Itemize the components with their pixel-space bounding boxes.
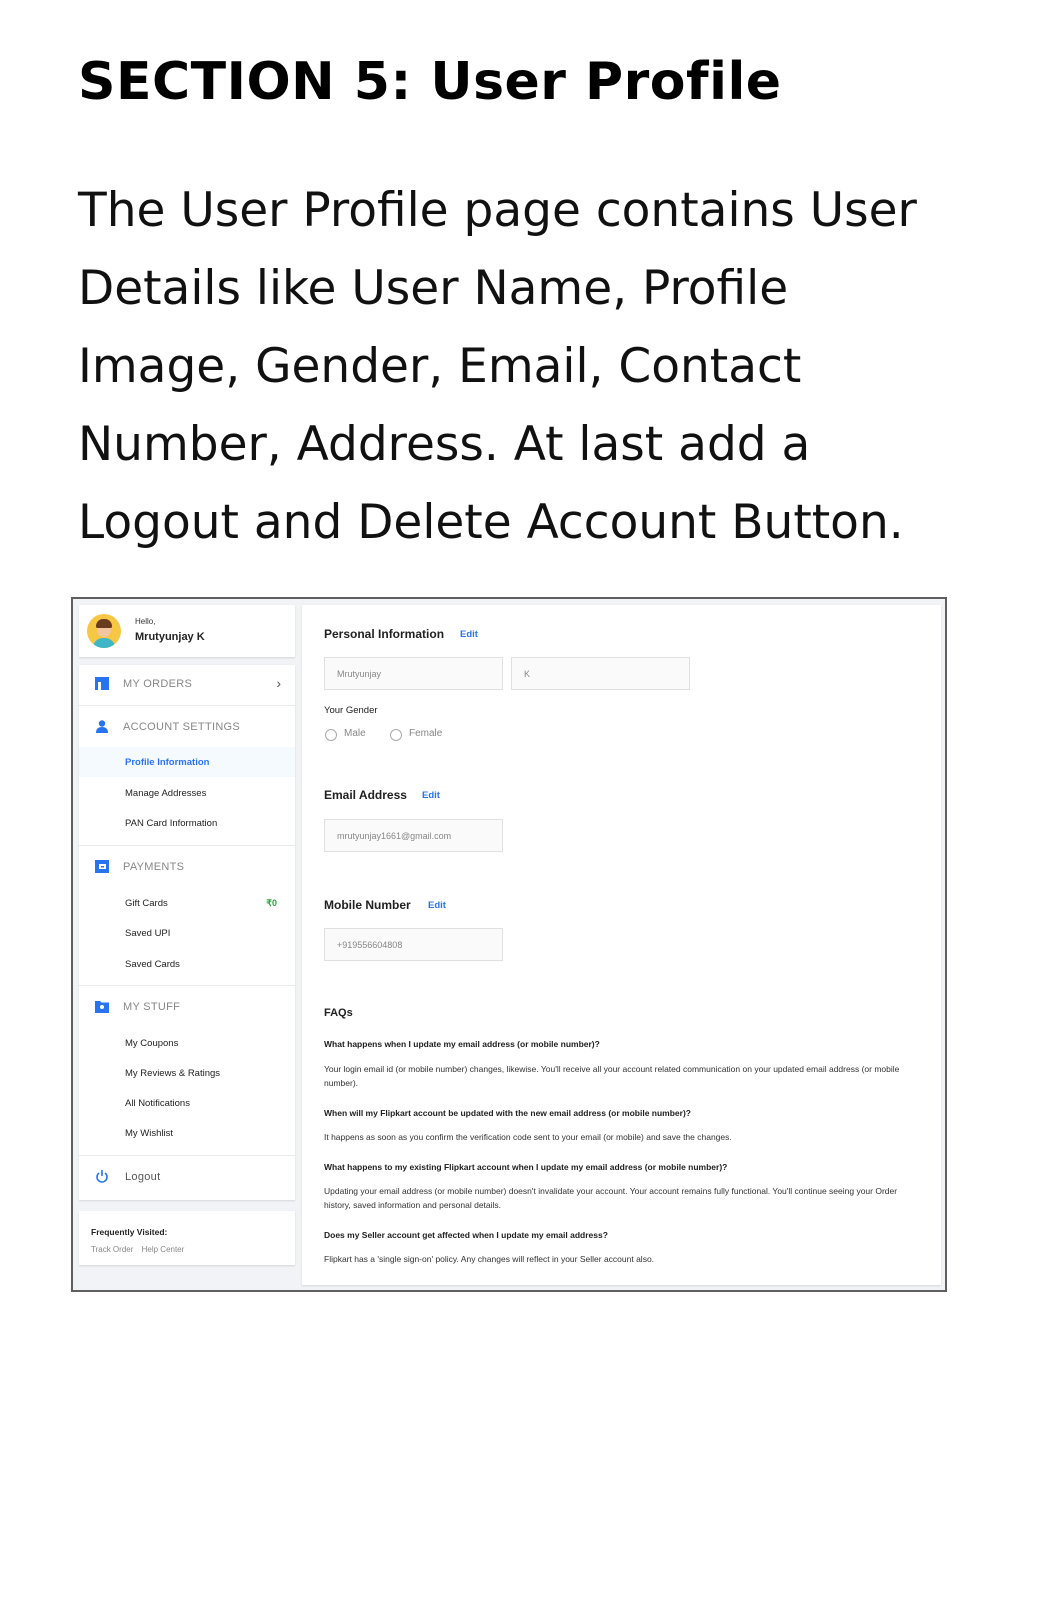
mobile-number-heading: Mobile Number: [324, 898, 411, 912]
faq-answer: Updating your email address (or mobile n…: [324, 1186, 898, 1210]
menu-payments: PAYMENTS: [79, 850, 295, 884]
avatar: [87, 614, 121, 648]
last-name-field[interactable]: K: [511, 657, 690, 690]
mobile-field[interactable]: +919556604808: [324, 928, 503, 961]
faq-question: What happens to my existing Flipkart acc…: [324, 1162, 728, 1172]
edit-personal-info-button[interactable]: Edit: [460, 629, 478, 640]
edit-mobile-button[interactable]: Edit: [428, 900, 446, 911]
gender-female-label: Female: [409, 728, 443, 739]
link-help-center[interactable]: Help Center: [142, 1245, 185, 1254]
faq-question: What happens when I update my email addr…: [324, 1039, 600, 1049]
sidebar-item-manage-addresses[interactable]: Manage Addresses: [125, 788, 206, 799]
email-field[interactable]: mrutyunjay1661@gmail.com: [324, 819, 503, 852]
sidebar-item-my-coupons[interactable]: My Coupons: [125, 1038, 178, 1049]
first-name-field[interactable]: Mrutyunjay: [324, 657, 503, 690]
person-icon: [96, 720, 108, 733]
power-icon: [96, 1170, 108, 1183]
section-description: The User Profile page contains User Deta…: [78, 183, 917, 550]
faq-answer: It happens as soon as you confirm the ve…: [324, 1132, 732, 1142]
gender-label: Your Gender: [324, 705, 378, 716]
logout-label: Logout: [125, 1171, 161, 1183]
faqs-heading: FAQs: [324, 1007, 353, 1019]
account-menu: MY ORDERS › ACCOUNT SETTINGS Profile Inf…: [79, 665, 295, 1200]
sidebar-item-gift-cards[interactable]: Gift Cards: [125, 898, 168, 909]
user-greeting-card: Hello, Mrutyunjay K: [79, 605, 295, 657]
sidebar-item-saved-cards[interactable]: Saved Cards: [125, 959, 180, 970]
folder-icon: [95, 1001, 109, 1013]
frequently-visited-title: Frequently Visited:: [91, 1227, 168, 1237]
menu-my-stuff-label: MY STUFF: [123, 1001, 181, 1013]
sidebar-item-saved-upi[interactable]: Saved UPI: [125, 928, 170, 939]
email-address-heading: Email Address: [324, 788, 407, 802]
faq-question: When will my Flipkart account be updated…: [324, 1108, 691, 1118]
chevron-right-icon: ›: [276, 675, 281, 691]
sidebar-item-profile-information[interactable]: Profile Information: [125, 757, 209, 768]
menu-account-settings[interactable]: ACCOUNT SETTINGS: [79, 710, 295, 744]
personal-information-heading: Personal Information: [324, 627, 445, 641]
sidebar-item-my-wishlist[interactable]: My Wishlist: [125, 1128, 173, 1139]
wallet-icon: [95, 860, 109, 873]
gift-card-balance: ₹0: [266, 898, 277, 908]
sidebar-item-all-notifications[interactable]: All Notifications: [125, 1098, 190, 1109]
menu-my-stuff: MY STUFF: [79, 990, 295, 1024]
edit-email-button[interactable]: Edit: [422, 790, 440, 801]
profile-screenshot: Hello, Mrutyunjay K MY ORDERS › ACCOUNT …: [71, 597, 947, 1292]
sidebar-item-pan-card[interactable]: PAN Card Information: [125, 818, 217, 829]
faq-answer: Flipkart has a 'single sign-on' policy. …: [324, 1254, 655, 1264]
menu-my-orders-label: MY ORDERS: [123, 678, 193, 690]
faq-answer: Your login email id (or mobile number) c…: [324, 1064, 900, 1088]
gender-male-radio[interactable]: [325, 729, 337, 741]
hello-label: Hello,: [135, 617, 156, 626]
user-name: Mrutyunjay K: [135, 631, 205, 643]
orders-icon: [95, 677, 109, 690]
menu-payments-label: PAYMENTS: [123, 861, 185, 873]
menu-my-orders[interactable]: MY ORDERS ›: [79, 667, 295, 701]
logout-button[interactable]: Logout: [79, 1160, 295, 1194]
frequently-visited-card: Frequently Visited: Track Order Help Cen…: [79, 1211, 295, 1265]
gender-male-label: Male: [344, 728, 366, 739]
sidebar-item-my-reviews[interactable]: My Reviews & Ratings: [125, 1068, 220, 1079]
faq-question: Does my Seller account get affected when…: [324, 1230, 608, 1240]
section-title: SECTION 5: User Profile: [78, 52, 782, 112]
gender-female-radio[interactable]: [390, 729, 402, 741]
profile-main: Personal Information Edit Mrutyunjay K Y…: [302, 605, 941, 1285]
menu-account-settings-label: ACCOUNT SETTINGS: [123, 721, 241, 733]
link-track-order[interactable]: Track Order: [91, 1245, 133, 1254]
